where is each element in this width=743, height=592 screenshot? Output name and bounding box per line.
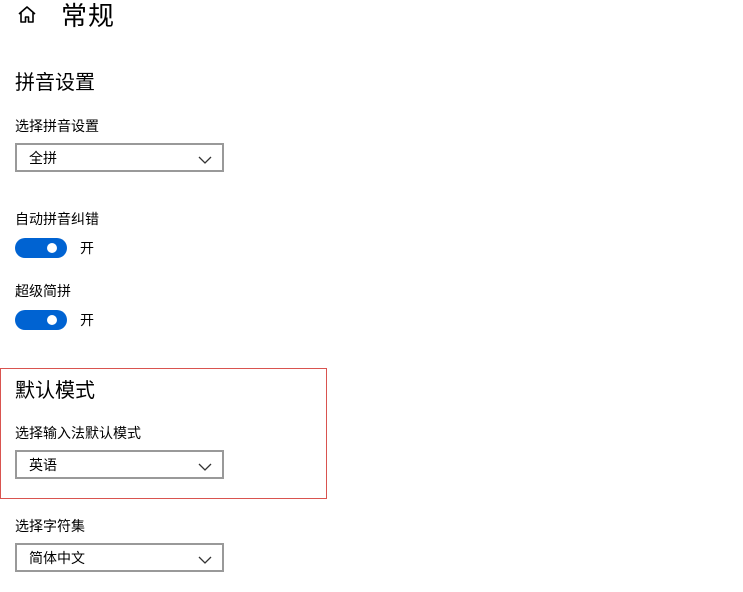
select-mode-value: 英语 <box>29 457 57 474</box>
super-abbrev-label: 超级简拼 <box>15 284 71 300</box>
section-title-default-mode: 默认模式 <box>15 378 95 402</box>
charset-value: 简体中文 <box>29 550 85 567</box>
page-header: 常规 <box>15 0 115 34</box>
toggle-knob <box>47 315 57 325</box>
super-abbrev-state: 开 <box>80 313 94 329</box>
select-mode-label: 选择输入法默认模式 <box>15 426 141 442</box>
auto-correction-state: 开 <box>80 241 94 257</box>
auto-correction-row: 开 <box>15 238 94 258</box>
charset-dropdown[interactable]: 简体中文 <box>15 543 224 572</box>
super-abbrev-row: 开 <box>15 310 94 330</box>
auto-correction-label: 自动拼音纠错 <box>15 212 99 228</box>
super-abbrev-toggle[interactable] <box>15 310 67 330</box>
select-mode-dropdown[interactable]: 英语 <box>15 450 224 479</box>
page-title: 常规 <box>61 1 116 32</box>
section-title-pinyin-settings: 拼音设置 <box>15 70 95 94</box>
chevron-down-icon <box>198 553 212 564</box>
toggle-knob <box>47 243 57 253</box>
charset-label: 选择字符集 <box>15 519 85 535</box>
select-pinyin-dropdown[interactable]: 全拼 <box>15 143 224 172</box>
home-icon[interactable] <box>15 3 39 27</box>
chevron-down-icon <box>198 153 212 164</box>
auto-correction-toggle[interactable] <box>15 238 67 258</box>
select-pinyin-label: 选择拼音设置 <box>15 119 99 135</box>
chevron-down-icon <box>198 460 212 471</box>
select-pinyin-value: 全拼 <box>29 150 57 167</box>
